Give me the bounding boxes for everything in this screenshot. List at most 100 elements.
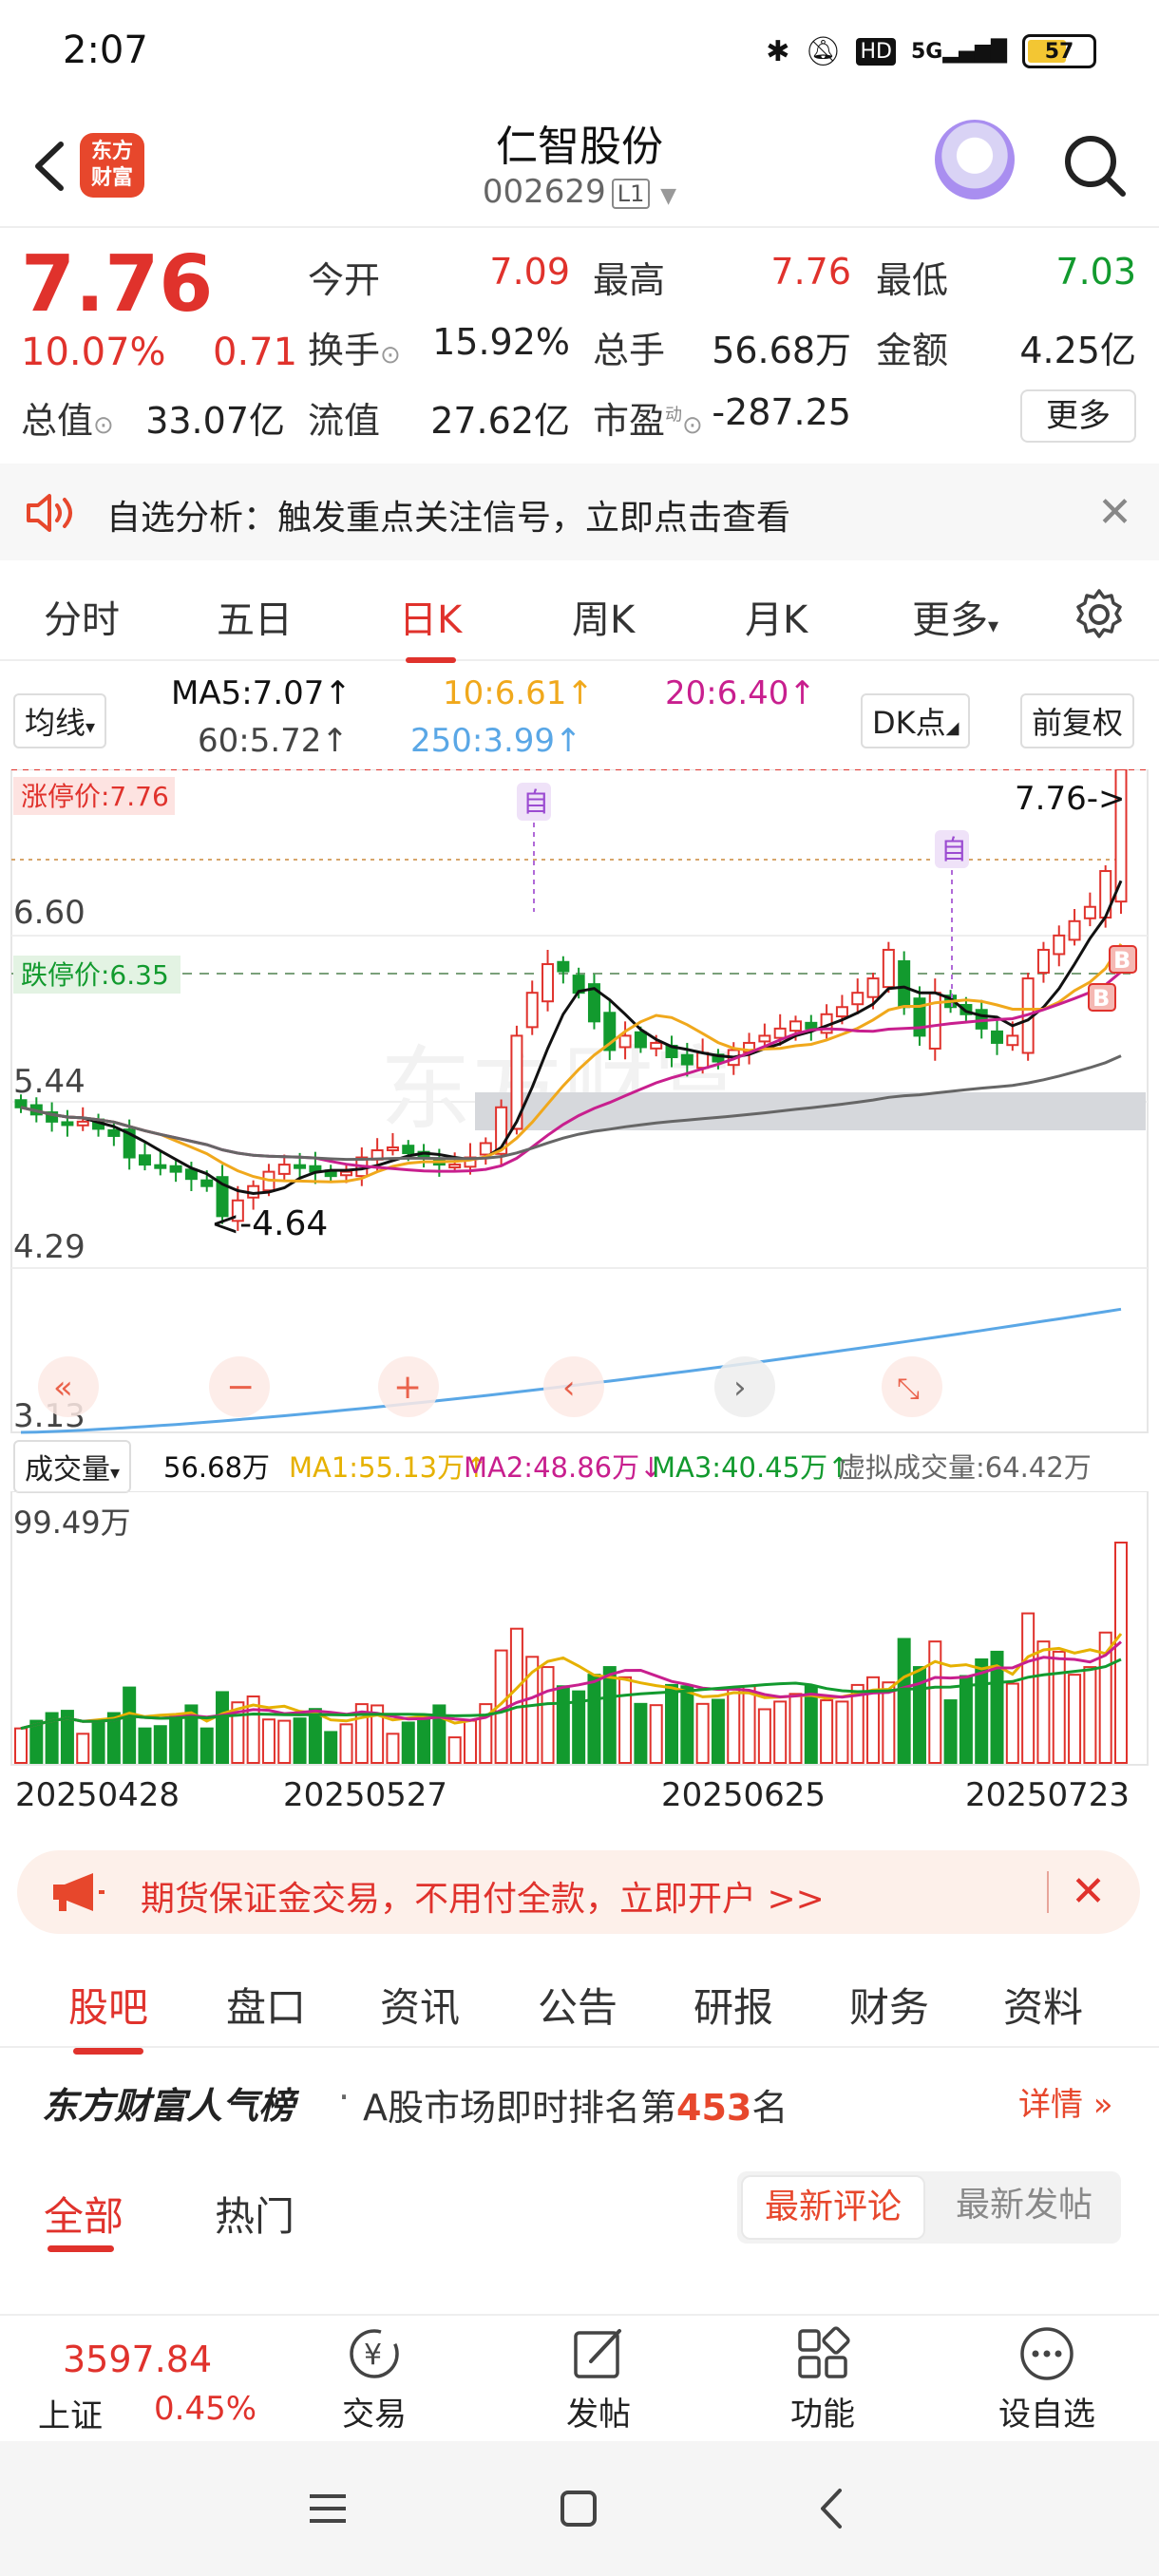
candle <box>680 1053 694 1066</box>
volume-bar <box>943 1699 958 1764</box>
candle <box>1053 934 1066 956</box>
mktcap-label: 总值⊙ <box>21 400 114 442</box>
volume-bar <box>649 1704 663 1764</box>
close-icon[interactable]: ✕ <box>1097 488 1132 537</box>
volume-value: 56.68万 <box>712 330 851 371</box>
nav-trade[interactable]: ¥ 交易 <box>298 2325 450 2434</box>
volume-bar <box>897 1638 911 1764</box>
back-button[interactable] <box>23 133 80 199</box>
date-tick-1: 20250428 <box>15 1776 180 1814</box>
back-icon[interactable] <box>809 2485 857 2532</box>
promo-banner[interactable]: 期货保证金交易，不用付全款，立即开户 >> ✕ <box>17 1850 1140 1934</box>
volume-bar <box>742 1685 756 1764</box>
scroll-right-button[interactable]: › <box>714 1356 775 1417</box>
assistant-avatar[interactable] <box>935 120 1015 199</box>
volume-bar <box>261 1718 276 1764</box>
ma250-value: 250:3.99↑ <box>410 722 582 760</box>
volume-bar <box>773 1700 788 1765</box>
rank-detail-label: 详情 <box>1018 2086 1083 2124</box>
menu-icon[interactable] <box>304 2485 352 2532</box>
volume-bar <box>680 1685 694 1764</box>
index-change[interactable]: 0.45% <box>154 2390 256 2428</box>
adjust-button[interactable]: 前复权 <box>1020 693 1135 748</box>
tab-research[interactable]: 研报 <box>694 1976 773 2034</box>
volume-bar <box>277 1719 292 1764</box>
amount-label: 金额 <box>876 330 949 371</box>
volume-bar <box>804 1685 818 1764</box>
tab-five-day[interactable]: 五日 <box>217 589 293 644</box>
candle <box>479 1142 492 1156</box>
stock-code-text: 002629 <box>482 173 606 211</box>
index-value[interactable]: 3597.84 <box>63 2339 212 2380</box>
tab-weekly-k[interactable]: 周K <box>572 589 635 644</box>
virtual-volume: 虚拟成交量:64.42万 <box>838 1451 1092 1484</box>
tab-forum[interactable]: 股吧 <box>68 1976 148 2055</box>
promo-divider <box>1047 1871 1049 1913</box>
rank-detail-link[interactable]: 详情 » <box>1018 2078 1113 2125</box>
volume-bar <box>788 1693 803 1764</box>
buy-marker-1[interactable]: B <box>1109 945 1137 974</box>
tab-intraday[interactable]: 分时 <box>44 589 120 644</box>
pe-label: 市盈动⊙ <box>593 400 703 442</box>
tab-profile[interactable]: 资料 <box>1003 1976 1083 2034</box>
volume-bar <box>401 1721 415 1764</box>
date-tick-3: 20250625 <box>661 1776 826 1814</box>
bluetooth-icon: ✱ <box>766 34 790 68</box>
rank-brand: 东方财富人气榜 <box>42 2085 295 2127</box>
zoom-out-button[interactable]: − <box>209 1356 270 1417</box>
tab-finance[interactable]: 财务 <box>849 1976 929 2034</box>
volume-chart[interactable]: 99.49万 <box>0 1491 1159 1767</box>
indicator-selector[interactable]: 成交量▾ <box>13 1440 132 1493</box>
dk-point-button[interactable]: DK点◢ <box>861 693 971 748</box>
search-button[interactable] <box>1060 131 1129 199</box>
section-tabs: 股吧 盘口 资讯 公告 研报 财务 资料 <box>0 1957 1159 2055</box>
candle <box>14 1099 28 1108</box>
filter-hot[interactable]: 热门 <box>215 2185 294 2243</box>
self-marker-2[interactable]: 自 <box>935 830 969 1007</box>
buy-marker-1-text: B <box>1113 947 1130 974</box>
tab-monthly-k[interactable]: 月K <box>745 589 808 644</box>
notice-bar[interactable]: 自选分析：触发重点关注信号，立即点击查看 ✕ <box>0 464 1159 560</box>
app-logo[interactable]: 东方 财富 <box>80 133 144 198</box>
sort-latest-post[interactable]: 最新发帖 <box>931 2175 1117 2240</box>
svg-text:⤡: ⤡ <box>897 1373 920 1406</box>
volume-bar <box>169 1715 183 1765</box>
logo-text-1: 东方 <box>90 140 133 163</box>
scroll-left-fast-button[interactable]: « <box>38 1356 99 1417</box>
candle <box>1083 905 1096 919</box>
float-label: 流值 <box>308 400 381 442</box>
tab-announcements[interactable]: 公告 <box>538 1976 618 2034</box>
tab-news[interactable]: 资讯 <box>380 1976 460 2034</box>
filter-all[interactable]: 全部 <box>44 2185 124 2243</box>
scroll-left-button[interactable]: ‹ <box>543 1356 604 1417</box>
sort-latest-comment[interactable]: 最新评论 <box>741 2175 925 2240</box>
svg-text:+: + <box>393 1368 422 1407</box>
buy-marker-2[interactable]: B <box>1088 983 1116 1012</box>
kline-chart[interactable]: 东方财富 涨停价:7.76 跌停价:6.35 6.60 5.44 4.29 3.… <box>0 769 1159 1434</box>
nav-post[interactable]: 发帖 <box>522 2325 674 2434</box>
ma-selector-label: 均线 <box>25 705 86 741</box>
filter-row: 全部 热门 最新评论 最新发帖 <box>0 2166 1159 2261</box>
tab-daily-k[interactable]: 日K <box>399 589 462 663</box>
tab-more[interactable]: 更多▾ <box>912 589 998 644</box>
nav-function[interactable]: 功能 <box>747 2325 899 2434</box>
index-name[interactable]: 上证 <box>38 2390 103 2436</box>
popularity-rank-row[interactable]: 东方财富人气榜 · A股市场即时排名第453名 详情 » <box>0 2061 1159 2147</box>
zoom-in-button[interactable]: + <box>378 1356 439 1417</box>
candle <box>618 1034 632 1049</box>
self-marker-1[interactable]: 自 <box>517 783 551 912</box>
tab-orderbook[interactable]: 盘口 <box>226 1976 306 2034</box>
more-dots-icon <box>1020 2327 1074 2380</box>
vol-ma2: MA2:48.86万↓ <box>464 1451 663 1484</box>
volume-bar <box>463 1719 477 1764</box>
more-button[interactable]: 更多 <box>1020 389 1136 443</box>
nav-add-watchlist[interactable]: 设自选 <box>971 2325 1123 2434</box>
nav-post-label: 发帖 <box>566 2396 631 2434</box>
svg-text:¥: ¥ <box>364 2339 382 2372</box>
close-icon[interactable]: ✕ <box>1071 1867 1106 1916</box>
settings-gear-icon[interactable] <box>1072 587 1127 642</box>
fullscreen-button[interactable]: ⤡ <box>882 1356 942 1417</box>
ma-selector[interactable]: 均线▾ <box>13 693 107 748</box>
speaker-icon <box>27 494 72 532</box>
home-icon[interactable] <box>555 2485 602 2532</box>
